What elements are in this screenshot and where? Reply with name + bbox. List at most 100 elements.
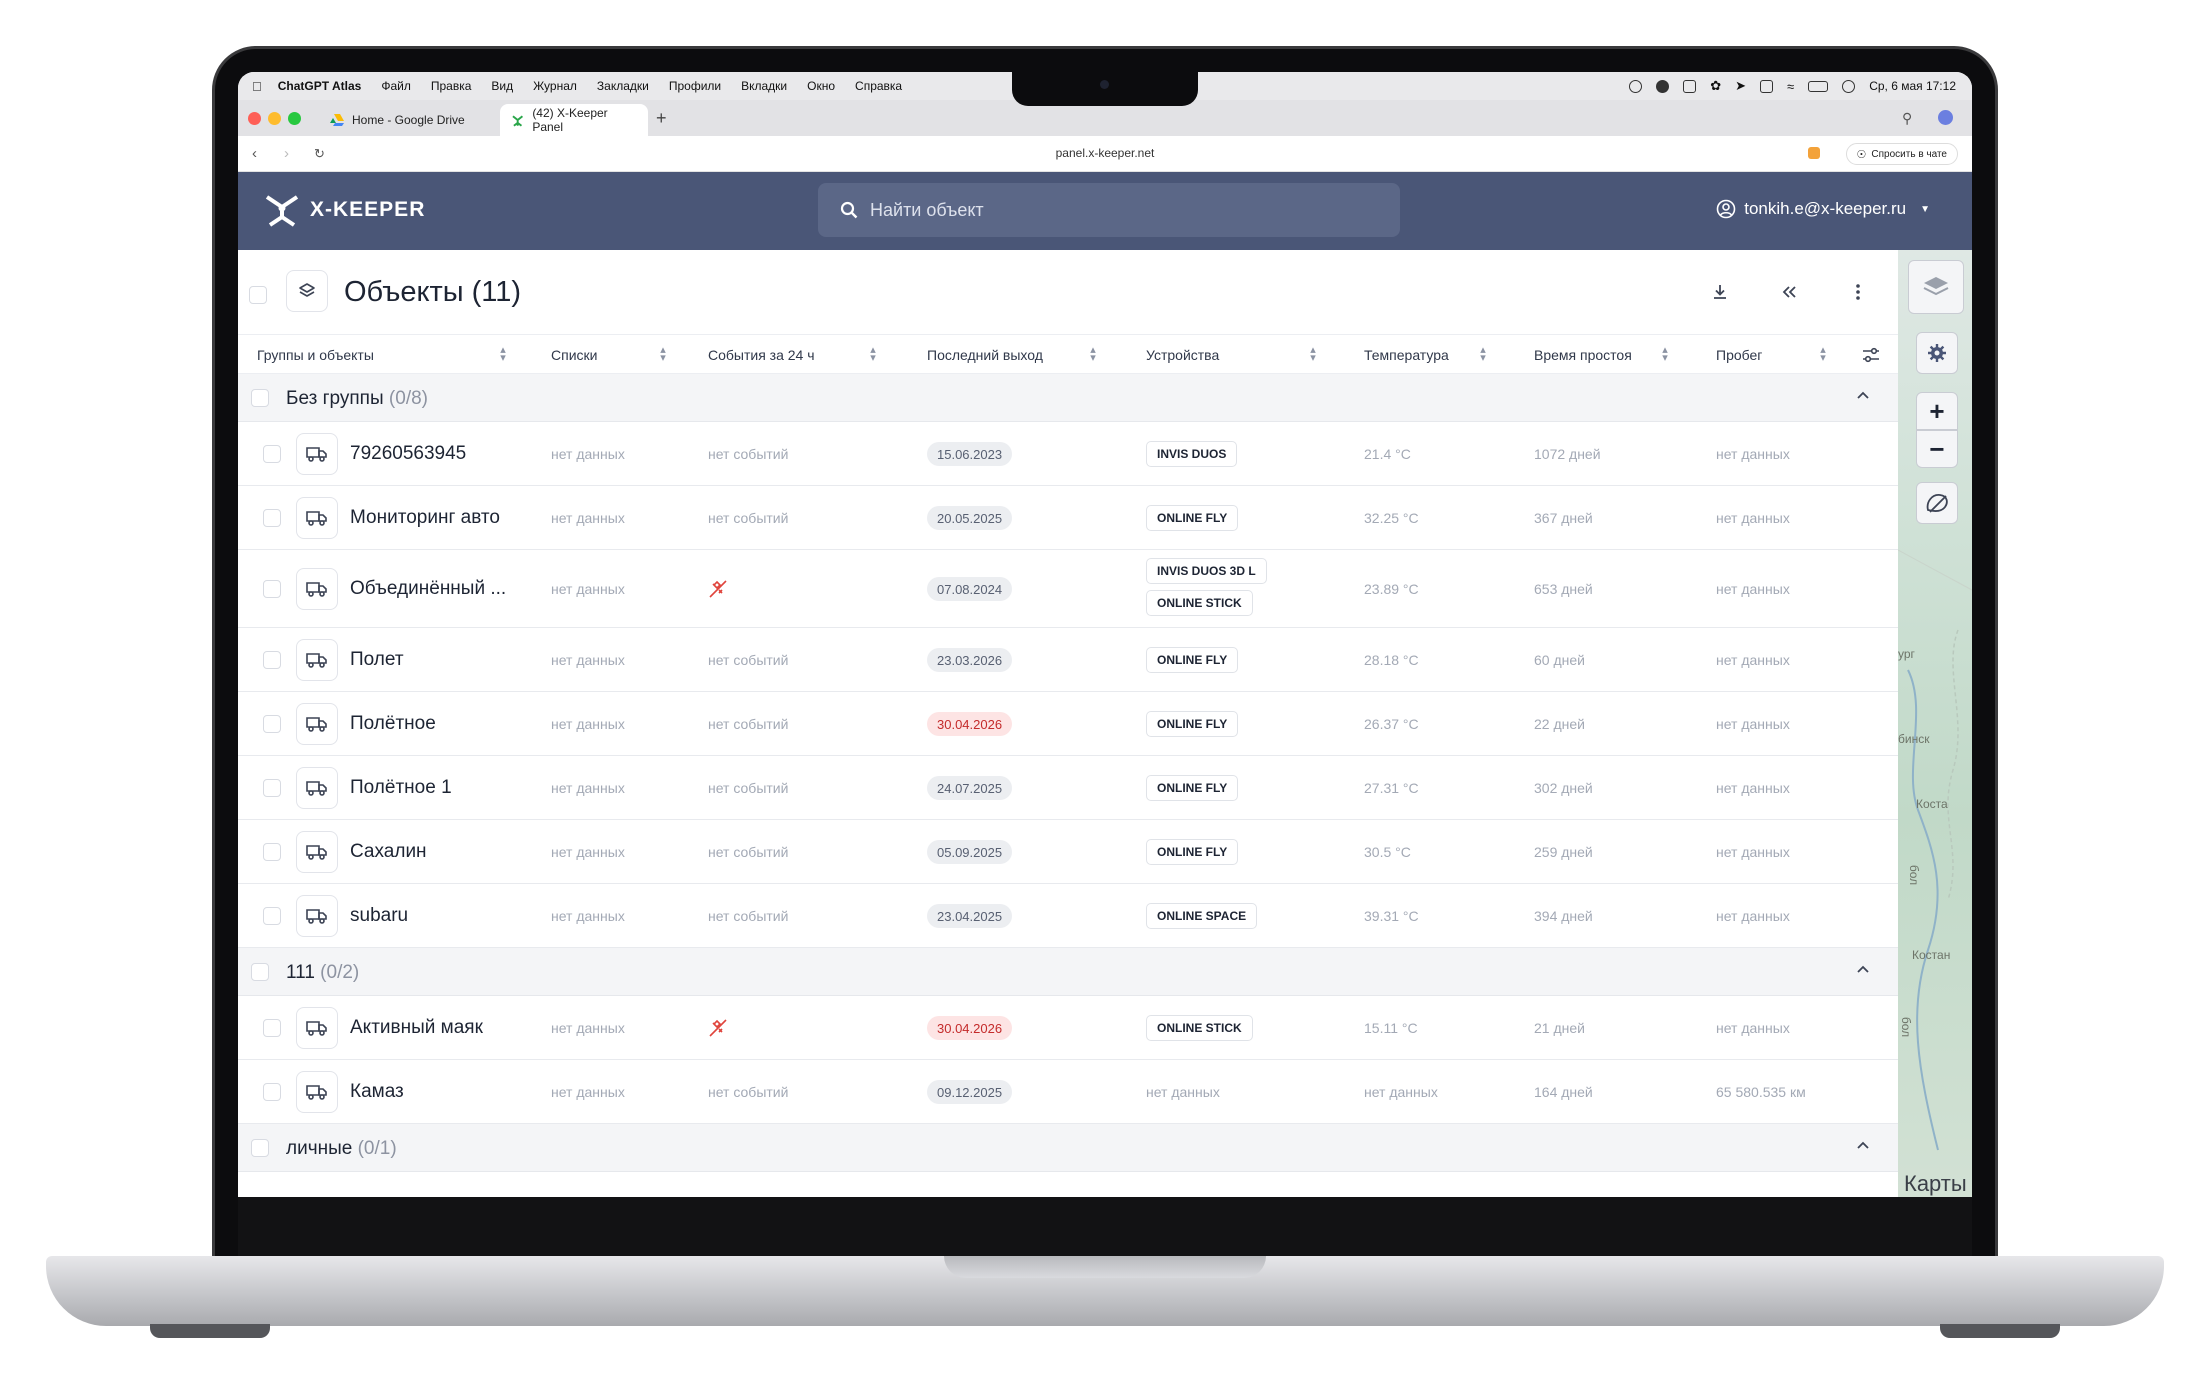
control-center-icon[interactable] [1842,79,1856,93]
col-temperature[interactable]: Температура [1364,347,1449,363]
menu-help[interactable]: Справка [855,79,902,93]
map-layers-button[interactable] [1908,260,1964,314]
object-name[interactable]: 79260563945 [350,443,466,465]
tab-google-drive[interactable]: Home - Google Drive [318,104,494,136]
device-tag[interactable]: ONLINE FLY [1146,505,1239,531]
sort-icon[interactable]: ▴ ▾ [1660,345,1670,364]
status-icon[interactable] [1629,79,1643,93]
select-all-checkbox[interactable] [249,286,267,304]
table-row[interactable]: Полётное 1 нет данных нет событий 24.07.202… [238,756,1898,820]
table-row[interactable]: subaru нет данных нет событий 23.04.2025 ONL… [238,884,1898,948]
device-tag[interactable]: INVIS DUOS [1146,441,1238,467]
object-name[interactable]: Объединённый ... [350,578,506,600]
col-events[interactable]: События за 24 ч [708,347,815,363]
sort-icon[interactable]: ▴ ▾ [658,345,668,364]
apple-icon[interactable]:  [252,79,262,94]
menu-edit[interactable]: Правка [431,79,472,93]
object-name[interactable]: Мониторинг авто [350,507,500,529]
logo[interactable]: X-KEEPER [264,192,425,228]
battery-icon[interactable] [1808,80,1829,92]
keyboard-icon[interactable] [1760,79,1774,93]
object-name[interactable]: Полётное [350,713,436,735]
menubar-datetime[interactable]: Ср, 6 мая 17:12 [1869,79,1956,93]
zoom-window-button[interactable] [288,112,301,125]
download-button[interactable] [1706,278,1734,306]
device-tag[interactable]: ONLINE STICK [1146,1015,1253,1041]
group-checkbox[interactable] [251,389,269,407]
device-tag[interactable]: ONLINE FLY [1146,839,1239,865]
row-checkbox[interactable] [263,1019,281,1037]
collapse-panel-button[interactable] [1775,278,1803,306]
row-checkbox[interactable] [263,580,281,598]
device-tag[interactable]: ONLINE STICK [1146,590,1253,616]
groups-button[interactable] [286,270,328,312]
object-name[interactable]: Активный маяк [350,1017,483,1039]
group-row[interactable]: 111 (0/2) [238,948,1898,996]
col-last-exit[interactable]: Последний выход [927,347,1043,363]
menu-bookmarks[interactable]: Закладки [597,79,649,93]
search-input[interactable] [870,199,1370,221]
bluetooth-icon[interactable]: ✿ [1710,78,1721,94]
chevron-up-icon[interactable] [1856,1137,1870,1155]
menubar-app-name[interactable]: ChatGPT Atlas [278,79,362,93]
table-row[interactable]: Объединённый ... нет данных 07.08.2024 INVI… [238,550,1898,628]
group-checkbox[interactable] [251,1139,269,1157]
object-name[interactable]: subaru [350,905,408,927]
row-checkbox[interactable] [263,445,281,463]
group-row[interactable]: личные (0/1) [238,1124,1898,1172]
table-row[interactable]: Сахалин нет данных нет событий 05.09.2025 ON… [238,820,1898,884]
col-mileage[interactable]: Пробег [1716,347,1762,363]
col-idle-time[interactable]: Время простоя [1534,347,1632,363]
col-lists[interactable]: Списки [551,347,597,363]
more-button[interactable] [1844,278,1872,306]
object-name[interactable]: Камаз [350,1081,404,1103]
object-name[interactable]: Сахалин [350,841,427,863]
geofence-button[interactable] [1916,482,1958,524]
object-name[interactable]: Полет [350,649,404,671]
device-tag[interactable]: ONLINE FLY [1146,647,1239,673]
table-row[interactable]: Камаз нет данных нет событий 09.12.2025 нет … [238,1060,1898,1124]
profile-icon[interactable] [1938,110,1953,125]
menu-file[interactable]: Файл [381,79,411,93]
table-row[interactable]: 79260563945 нет данных нет событий 15.06.20… [238,422,1898,486]
close-window-button[interactable] [248,112,261,125]
col-groups[interactable]: Группы и объекты [257,347,374,363]
minimize-window-button[interactable] [268,112,281,125]
table-row[interactable]: Полётное нет данных нет событий 30.04.2026 O… [238,692,1898,756]
menu-window[interactable]: Окно [807,79,835,93]
menu-profiles[interactable]: Профили [669,79,721,93]
sort-icon[interactable]: ▴ ▾ [1818,345,1828,364]
tab-x-keeper[interactable]: (42) X-Keeper Panel [500,104,648,136]
object-name[interactable]: Полётное 1 [350,777,452,799]
extension-icon[interactable] [1808,147,1820,159]
sort-icon[interactable]: ▴ ▾ [868,345,878,364]
tab-search-icon[interactable]: ⚲ [1902,110,1912,127]
sort-icon[interactable]: ▴ ▾ [498,345,508,364]
zoom-out-button[interactable]: − [1916,430,1958,468]
chevron-up-icon[interactable] [1856,961,1870,979]
new-tab-icon[interactable]: + [656,108,667,129]
status-icon[interactable] [1683,79,1697,93]
map-area[interactable]: + − ург бинск Коста Костан бол бол Карты [1898,250,1972,1197]
menu-tabs[interactable]: Вкладки [741,79,787,93]
device-tag[interactable]: INVIS DUOS 3D L [1146,558,1267,584]
row-checkbox[interactable] [263,779,281,797]
send-icon[interactable]: ➤ [1735,78,1746,94]
row-checkbox[interactable] [263,907,281,925]
url-field[interactable]: panel.x-keeper.net [238,146,1972,160]
device-tag[interactable]: ONLINE FLY [1146,775,1239,801]
table-row[interactable]: Активный маяк нет данных 30.04.2026 ONLINE … [238,996,1898,1060]
sort-icon[interactable]: ▴ ▾ [1478,345,1488,364]
row-checkbox[interactable] [263,843,281,861]
menu-view[interactable]: Вид [491,79,513,93]
table-row[interactable]: Мониторинг авто нет данных нет событий 20.0… [238,486,1898,550]
menu-history[interactable]: Журнал [533,79,577,93]
group-checkbox[interactable] [251,963,269,981]
group-row[interactable]: Без группы (0/8) [238,374,1898,422]
zoom-in-button[interactable]: + [1916,392,1958,430]
ask-in-chat-button[interactable]: ☉ Спросить в чате [1845,143,1958,165]
chevron-up-icon[interactable] [1856,387,1870,405]
table-row[interactable]: Полет нет данных нет событий 23.03.2026 ONLI… [238,628,1898,692]
row-checkbox[interactable] [263,1083,281,1101]
user-menu[interactable]: tonkih.e@x-keeper.ru ▼ [1716,199,1930,219]
